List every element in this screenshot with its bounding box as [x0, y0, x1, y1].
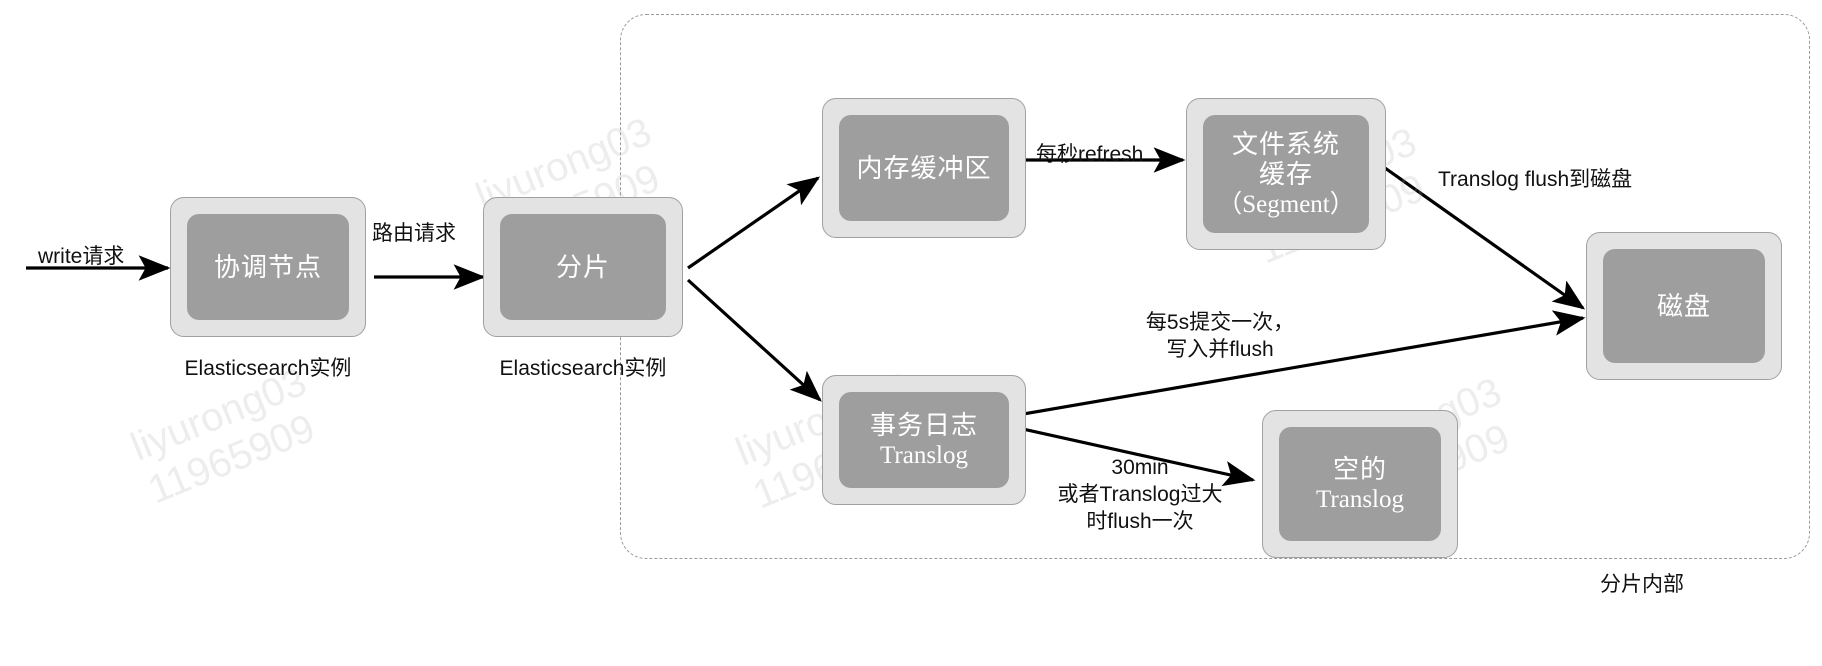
node-core: 空的 Translog [1279, 427, 1441, 541]
node-core: 内存缓冲区 [839, 115, 1009, 221]
node-core: 协调节点 [187, 214, 349, 320]
node-empty-translog[interactable]: 空的 Translog [1262, 410, 1458, 558]
edge-label-line2: 写入并flush [1166, 337, 1274, 361]
edge-label-line2: 或者Translog过大 [1057, 482, 1223, 506]
node-label: 协调节点 [213, 251, 322, 282]
edge-label-line1: 30min [1111, 456, 1169, 479]
caption-coordinating-node: Elasticsearch实例 [184, 357, 352, 380]
edge-label-line1: 每5s提交一次， [1145, 311, 1295, 334]
node-core: 文件系统 缓存 （Segment） [1203, 115, 1369, 233]
shard-internal-label: 分片内部 [1600, 573, 1684, 596]
node-filesystem-cache[interactable]: 文件系统 缓存 （Segment） [1186, 98, 1386, 250]
node-label: 事务日志 [869, 409, 978, 440]
node-core: 事务日志 Translog [839, 392, 1009, 488]
node-label: 分片 [555, 251, 610, 282]
node-coordinating-node[interactable]: 协调节点 [170, 197, 366, 337]
node-sublabel: Translog [880, 441, 968, 469]
diagram-canvas: liyurong03 11965909 liyurong03 11965909 … [0, 0, 1822, 666]
node-core: 分片 [500, 214, 666, 320]
node-disk[interactable]: 磁盘 [1586, 232, 1782, 380]
node-core: 磁盘 [1603, 249, 1765, 363]
node-label: 磁盘 [1656, 290, 1711, 321]
node-sublabel: Translog [1316, 485, 1404, 513]
node-label-line3: （Segment） [1217, 190, 1355, 218]
edge-label-write-request: write请求 [38, 245, 125, 268]
edge-label-commit-5s: 每5s提交一次， 写入并flush [1090, 310, 1350, 364]
node-label-line2: 缓存 [1258, 159, 1313, 190]
node-label-line1: 文件系统 [1231, 128, 1340, 159]
edge-label-translog-flush-to-disk: Translog flush到磁盘 [1438, 168, 1633, 191]
caption-shard: Elasticsearch实例 [499, 357, 667, 380]
edge-label-route-request: 路由请求 [372, 222, 456, 245]
node-label: 内存缓冲区 [856, 152, 992, 183]
node-memory-buffer[interactable]: 内存缓冲区 [822, 98, 1026, 238]
node-translog[interactable]: 事务日志 Translog [822, 375, 1026, 505]
edge-label-line3: 时flush一次 [1086, 509, 1194, 533]
edge-label-refresh: 每秒refresh [1036, 143, 1144, 166]
node-shard[interactable]: 分片 [483, 197, 683, 337]
edge-label-flush-30min: 30min 或者Translog过大 时flush一次 [1010, 455, 1270, 536]
node-label: 空的 [1332, 453, 1387, 484]
